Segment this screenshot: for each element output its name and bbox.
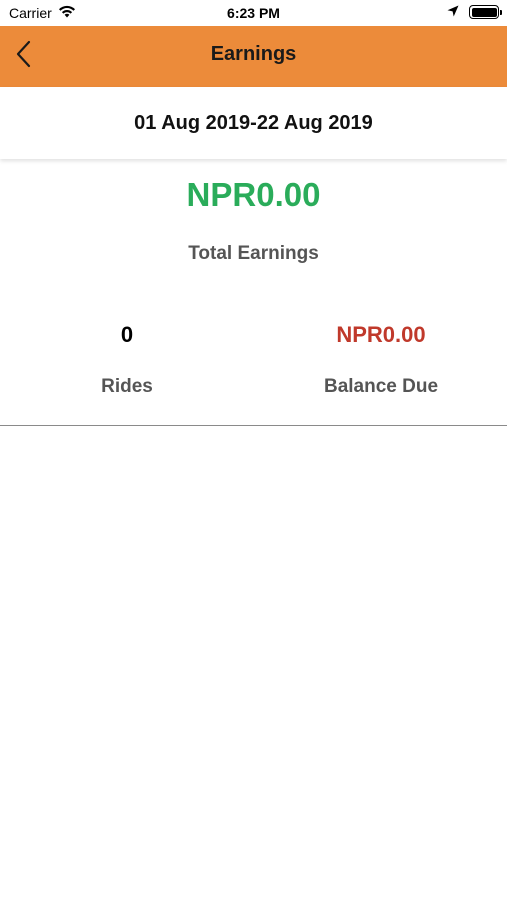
status-bar: Carrier 6:23 PM — [0, 0, 507, 26]
date-range-label: 01 Aug 2019-22 Aug 2019 — [134, 111, 373, 134]
rides-label: Rides — [101, 376, 153, 397]
status-time: 6:23 PM — [227, 5, 280, 21]
balance-due-amount: NPR0.00 — [336, 322, 426, 347]
total-earnings-amount: NPR0.00 — [186, 176, 321, 213]
balance-due-label: Balance Due — [323, 376, 439, 397]
balance-due-stat: NPR0.00 Balance Due — [254, 320, 507, 398]
total-earnings-label: Total Earnings — [188, 243, 319, 264]
page-title: Earnings — [210, 43, 297, 65]
battery-icon — [469, 5, 502, 19]
location-arrow-icon — [447, 4, 459, 20]
rides-stat: 0 Rides — [0, 320, 254, 398]
divider — [0, 425, 507, 426]
status-right — [447, 4, 502, 20]
battery-level — [471, 7, 497, 17]
rides-count: 0 — [120, 322, 134, 347]
date-range-selector[interactable]: 01 Aug 2019-22 Aug 2019 — [0, 87, 507, 159]
navigation-bar: Earnings — [0, 26, 507, 87]
